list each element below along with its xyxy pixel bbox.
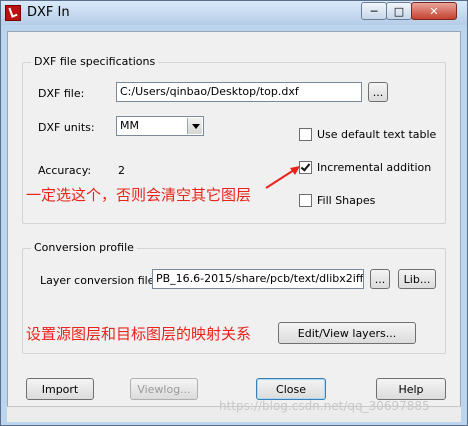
watermark-text: https://blog.csdn.net/qq_30697885 <box>219 399 430 413</box>
fill-shapes-checkbox[interactable] <box>299 194 312 207</box>
dxf-in-window: DXF In ─ □ ✕ DXF file specifications DXF… <box>0 0 468 426</box>
dxf-units-select[interactable]: MM <box>116 116 204 136</box>
annotation-mapping-note: 设置源图层和目标图层的映射关系 <box>26 325 252 343</box>
layer-conversion-file-input[interactable]: PB_16.6-2015/share/pcb/text/dlibx2iff.cn… <box>152 269 364 289</box>
lib-button[interactable]: Lib... <box>398 269 436 289</box>
maximize-button[interactable]: □ <box>386 2 412 20</box>
edit-view-layers-button[interactable]: Edit/View layers... <box>278 322 416 344</box>
title-bar[interactable]: DXF In ─ □ ✕ <box>1 1 467 25</box>
annotation-incremental-note: 一定选这个，否则会清空其它图层 <box>26 186 252 204</box>
dxf-file-input[interactable]: C:/Users/qinbao/Desktop/top.dxf <box>116 82 362 102</box>
help-button[interactable]: Help <box>376 378 446 400</box>
use-default-text-table-checkbox[interactable] <box>299 128 312 141</box>
dxf-file-browse-button[interactable]: ... <box>368 82 388 102</box>
dxf-units-value: MM <box>120 119 139 132</box>
layer-file-browse-button[interactable]: ... <box>370 269 390 289</box>
fill-shapes-label: Fill Shapes <box>317 194 376 207</box>
minimize-button[interactable]: ─ <box>361 2 387 20</box>
window-title: DXF In <box>27 5 70 20</box>
accuracy-label: Accuracy: <box>38 164 92 177</box>
import-button[interactable]: Import <box>26 378 94 400</box>
use-default-text-table-label: Use default text table <box>317 128 437 141</box>
incremental-addition-label: Incremental addition <box>317 161 432 174</box>
dialog-body: DXF file specifications DXF file: C:/Use… <box>7 31 461 415</box>
layer-conversion-file-label: Layer conversion file: <box>40 274 159 287</box>
viewlog-button[interactable]: Viewlog... <box>130 378 198 400</box>
app-icon <box>5 5 21 21</box>
group-title-conversion: Conversion profile <box>31 241 137 254</box>
arrow-icon <box>265 166 300 189</box>
group-title-dxf: DXF file specifications <box>31 55 159 68</box>
dxf-file-label: DXF file: <box>38 87 85 100</box>
chevron-down-icon[interactable] <box>187 118 202 134</box>
close-window-button[interactable]: ✕ <box>411 2 457 20</box>
close-button[interactable]: Close <box>256 378 326 400</box>
accuracy-value: 2 <box>118 164 125 177</box>
dxf-units-label: DXF units: <box>38 121 95 134</box>
